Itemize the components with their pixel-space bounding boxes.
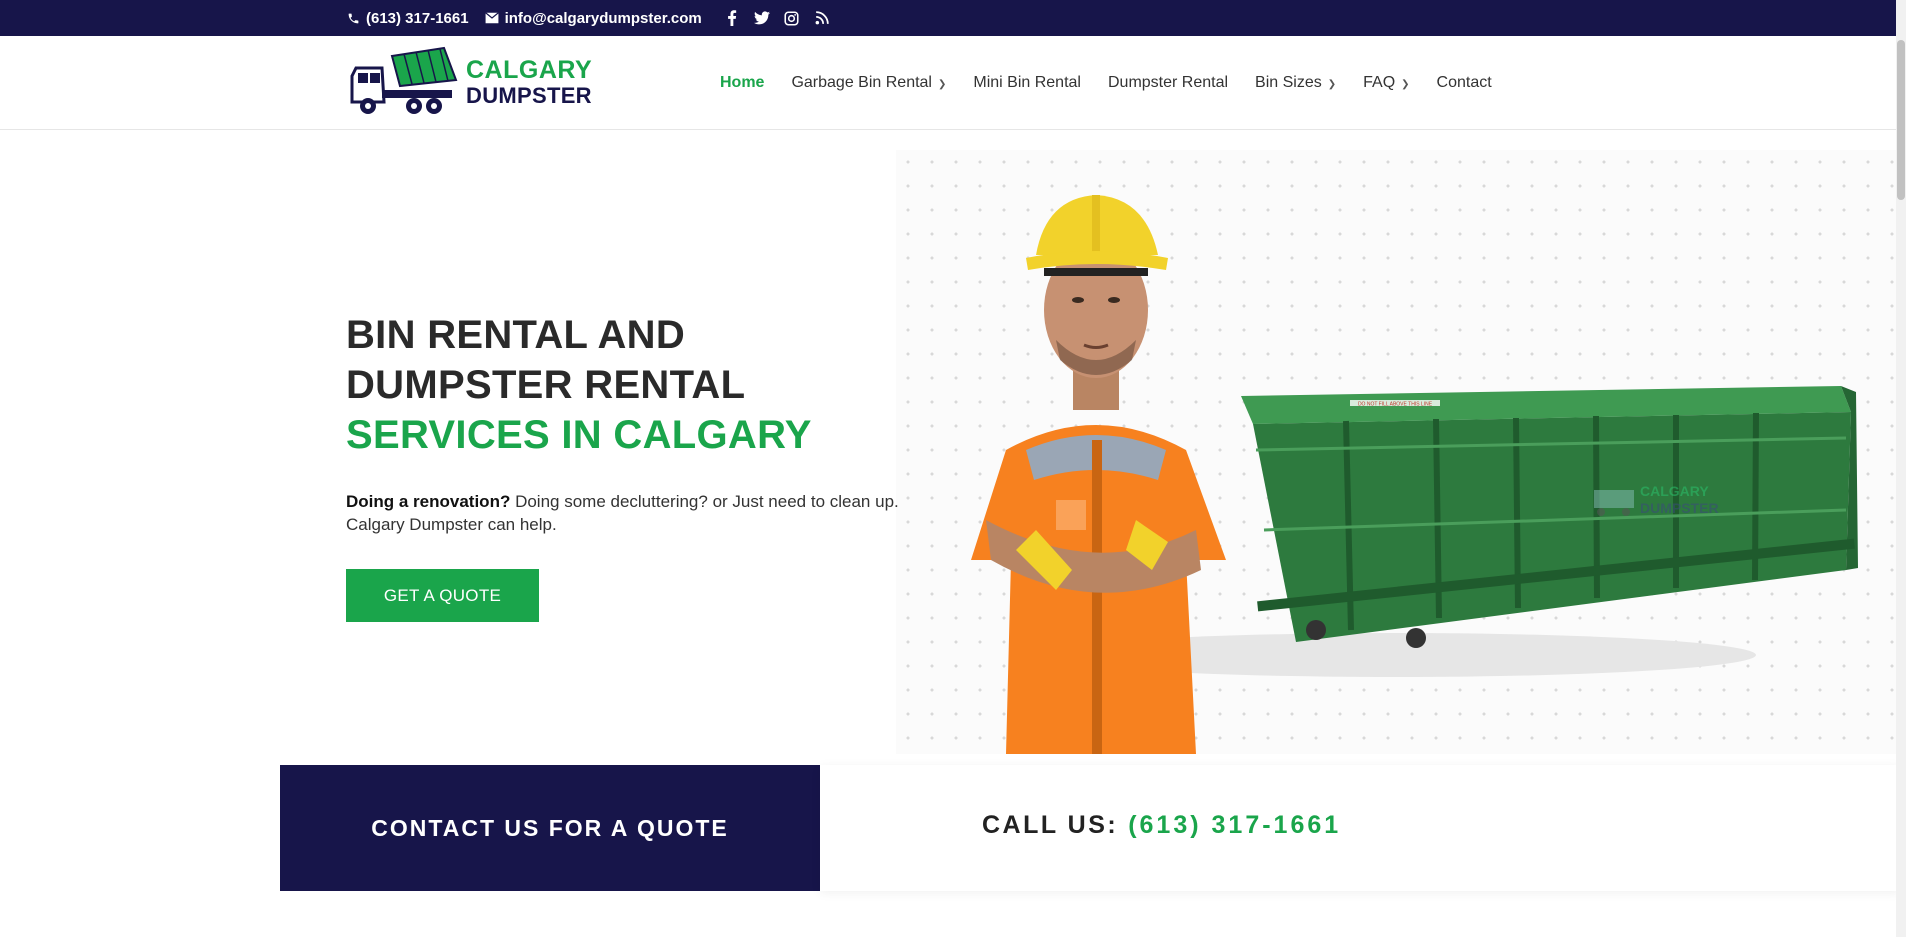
phone-icon [346,11,361,26]
hero-title: BIN RENTAL AND DUMPSTER RENTAL SERVICES … [346,310,906,460]
nav-faq[interactable]: FAQ ❯ [1363,74,1409,92]
page-scrollbar[interactable] [1896,0,1906,937]
main-nav: Home Garbage Bin Rental ❯ Mini Bin Renta… [720,36,1492,130]
get-a-quote-button[interactable]: GET A QUOTE [346,569,539,622]
dump-truck-logo-icon [350,46,458,114]
contact-for-quote-text: CONTACT US FOR A QUOTE [371,814,729,841]
construction-worker-illustration [971,195,1226,754]
hero-title-line-1: BIN RENTAL AND [346,313,686,357]
nav-contact[interactable]: Contact [1437,74,1492,92]
nav-mini-bin-rental[interactable]: Mini Bin Rental [973,74,1081,92]
nav-dumpster-rental[interactable]: Dumpster Rental [1108,74,1228,92]
scrollbar-thumb[interactable] [1897,40,1905,200]
topbar-email-text: info@calgarydumpster.com [504,9,702,27]
topbar-phone[interactable]: (613) 317-1661 [346,10,469,27]
nav-label: Bin Sizes [1255,74,1322,91]
hero-image: DO NOT FILL ABOVE THIS LINE CALGARY DUMP… [896,150,1896,754]
logo-line-1: CALGARY [466,56,593,85]
hero-subtitle-bold: Doing a renovation? [346,492,511,511]
hero-subtitle-rest: Doing some decluttering? or Just need to… [510,492,899,511]
nav-label: FAQ [1363,74,1396,91]
facebook-icon[interactable] [724,10,740,26]
envelope-icon [485,11,500,26]
dumpster-logo-line-2: DUMPSTER [1640,500,1719,516]
twitter-icon[interactable] [753,10,770,26]
call-us-phone-link[interactable]: (613) 317-1661 [1128,811,1341,840]
call-us-box: CALL US: (613) 317-1661 [820,765,1900,891]
hero-content: BIN RENTAL AND DUMPSTER RENTAL SERVICES … [346,310,906,622]
nav-label: Contact [1436,74,1492,91]
dumpster-logo-line-1: CALGARY [1640,483,1709,499]
site-logo[interactable]: CALGARY DUMPSTER [348,46,592,118]
top-bar: (613) 317-1661 info@calgarydumpster.com [0,0,1906,36]
contact-for-quote-box[interactable]: CONTACT US FOR A QUOTE [280,765,820,891]
call-us-label: CALL US: [982,811,1119,839]
hero-subtitle: Doing a renovation? Doing some declutter… [346,490,906,536]
topbar-phone-text: (613) 317-1661 [366,9,469,27]
chevron-down-icon: ❯ [1401,78,1410,90]
nav-label: Garbage Bin Rental [791,74,932,91]
worker-and-dumpster-illustration: DO NOT FILL ABOVE THIS LINE CALGARY DUMP… [971,195,1858,754]
nav-label: Home [720,74,765,91]
logo-line-2: DUMPSTER [466,82,592,108]
nav-garbage-bin-rental[interactable]: Garbage Bin Rental ❯ [791,74,946,92]
nav-bin-sizes[interactable]: Bin Sizes ❯ [1255,74,1336,92]
chevron-down-icon: ❯ [1327,78,1337,90]
rss-icon[interactable] [814,10,830,26]
hero-title-line-3: SERVICES IN CALGARY [346,413,812,457]
dumpster-warning-label: DO NOT FILL ABOVE THIS LINE [1358,402,1433,408]
hero-title-line-2: DUMPSTER RENTAL [346,363,746,407]
nav-label: Mini Bin Rental [973,74,1081,91]
nav-home[interactable]: Home [720,74,764,92]
instagram-icon[interactable] [784,10,800,26]
nav-label: Dumpster Rental [1107,74,1229,91]
hero-subtitle-line-2: Calgary Dumpster can help. [346,515,557,534]
social-links [724,10,830,26]
topbar-email[interactable]: info@calgarydumpster.com [485,10,702,27]
site-header: CALGARY DUMPSTER Home Garbage Bin Rental… [0,36,1906,130]
chevron-down-icon: ❯ [937,78,947,90]
